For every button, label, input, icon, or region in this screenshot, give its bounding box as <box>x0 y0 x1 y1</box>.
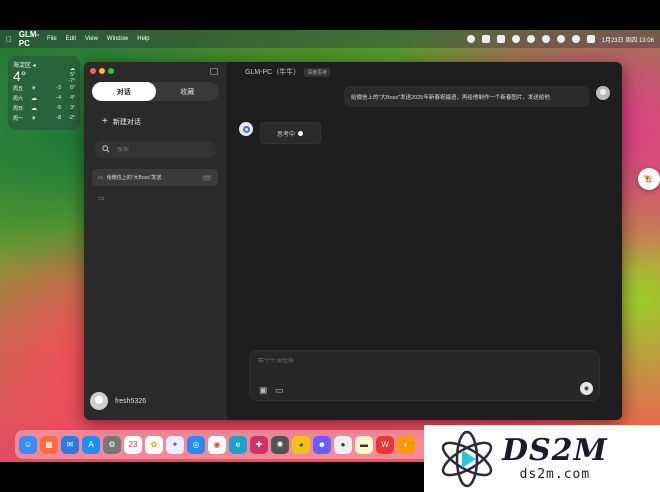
chat-header: GLM-PC（牛牛） 深度思考 <box>245 67 331 77</box>
safari-icon[interactable]: ◎ <box>187 435 205 454</box>
forecast-row: 周日 ☁ -5 3° <box>13 105 75 112</box>
globe-icon[interactable] <box>511 35 520 43</box>
chat-bubble-icon: ▭ <box>98 174 103 181</box>
task-input[interactable] <box>258 358 558 364</box>
edge-icon[interactable]: e <box>229 435 247 454</box>
tab-chats[interactable]: 对话 <box>92 82 156 101</box>
mode-badge[interactable]: 深度思考 <box>304 67 331 77</box>
menu-bar:  GLM-PC File Edit View Window Help 1月23… <box>0 30 660 48</box>
forecast-row: 周五 ☀ -3 6° <box>13 85 75 92</box>
calendar-icon[interactable]: 23 <box>124 435 142 454</box>
chatgpt-icon[interactable]: ✺ <box>271 435 289 454</box>
thinking-label: 思考中 <box>277 131 296 138</box>
control-center-icon[interactable] <box>586 35 595 43</box>
search-input[interactable] <box>117 146 197 153</box>
weather-high-low: ☁ 5° -7° <box>68 66 75 84</box>
sun-icon: ☀ <box>31 85 37 92</box>
mail-icon[interactable]: ✉ <box>61 435 79 454</box>
notes-icon[interactable]: ▬ <box>355 435 373 454</box>
chrome-icon[interactable]: ◉ <box>208 435 226 454</box>
tab-favorites[interactable]: 收藏 <box>156 82 220 101</box>
apple-icon[interactable]:  <box>6 35 12 44</box>
user-profile[interactable]: fresh5326 <box>90 392 146 410</box>
composer: ▣ ▭ ◉ <box>249 350 600 401</box>
dock: ☺ ▦ ✉ A ⚙ 23 ✿ ✦ ◎ ◉ e ✚ ✺ ◕ ☻ ● ▬ W ◐ <box>15 430 435 459</box>
battery-icon[interactable] <box>541 35 550 43</box>
chat-area: GLM-PC（牛牛） 深度思考 给微信上的"大Boss"发送2025年新春祝福语… <box>227 62 622 420</box>
sun-icon: ☀ <box>31 115 37 122</box>
cloud-icon: ☁ <box>31 95 37 102</box>
send-button[interactable]: ◉ <box>580 382 593 395</box>
assistant-logo-icon <box>242 125 250 133</box>
conversation-title: 给微信上的"大Boss"发送 <box>106 175 162 181</box>
conversation-item[interactable]: ▭ 给微信上的"大Boss"发送 ··· <box>92 169 218 186</box>
avatar <box>90 392 108 410</box>
forecast-row: 周六 ☁ -4 4° <box>13 95 75 102</box>
photos-icon[interactable]: ✿ <box>145 435 163 454</box>
app-icon[interactable]: ◕ <box>292 435 310 454</box>
forecast-row: 周一 ☀ -8 -2° <box>13 115 75 122</box>
watermark-url: ds2m.com <box>519 467 591 482</box>
menu-help[interactable]: Help <box>137 36 149 42</box>
app-icon[interactable]: ✦ <box>166 435 184 454</box>
zoom-button[interactable] <box>108 68 114 74</box>
app-window: 对话 收藏 + 新建对话 ▭ 给微信上的"大Boss"发送 ··· ▭ <box>84 62 622 420</box>
minimize-button[interactable] <box>99 68 105 74</box>
desktop:  GLM-PC File Edit View Window Help 1月23… <box>0 0 660 492</box>
cloud-icon: ☁ <box>31 105 37 112</box>
weather-widget[interactable]: 海淀区 ◂ 4° ☁ 5° -7° 周五 ☀ -3 6° 周六 ☁ -4 4° … <box>8 56 80 130</box>
thinking-indicator: 思考中 <box>260 122 321 144</box>
plus-icon: + <box>102 116 108 127</box>
new-chat-button[interactable]: + 新建对话 <box>102 116 141 127</box>
watermark-title: DS2M <box>502 433 608 468</box>
folder-icon[interactable]: ▭ <box>275 385 284 396</box>
sidebar: 对话 收藏 + 新建对话 ▭ 给微信上的"大Boss"发送 ··· ▭ <box>84 62 227 420</box>
assistant-avatar <box>239 122 253 136</box>
app-icon[interactable]: ◐ <box>397 435 415 454</box>
status-icon[interactable] <box>526 35 535 43</box>
menu-file[interactable]: File <box>47 36 57 42</box>
app-icon[interactable]: ☻ <box>313 435 331 454</box>
search-icon[interactable] <box>571 35 580 43</box>
menu-view[interactable]: View <box>85 36 98 42</box>
app-icon[interactable]: ✚ <box>250 435 268 454</box>
atom-logo-icon <box>441 430 493 487</box>
menu-app-name[interactable]: GLM-PC <box>19 30 39 48</box>
floating-assistant-icon[interactable]: 🐮 <box>638 168 660 190</box>
wifi-icon[interactable] <box>556 35 565 43</box>
app-icon[interactable]: ● <box>334 435 352 454</box>
tab-switcher: 对话 收藏 <box>92 82 219 101</box>
status-tray: 1月23日 周四 13:06 <box>466 35 654 44</box>
weather-temp: 4° <box>13 68 27 84</box>
user-avatar <box>596 86 610 100</box>
search-icon <box>102 144 110 155</box>
clock[interactable]: 1月23日 周四 13:06 <box>602 35 654 44</box>
user-message: 给微信上的"大Boss"发送2025年新春祝福语，再给他制作一个新春图片，发送给… <box>344 86 589 107</box>
user-name: fresh5326 <box>115 397 147 405</box>
loading-dot-icon <box>298 130 304 136</box>
status-icon[interactable] <box>466 35 475 43</box>
sidebar-toggle-icon[interactable] <box>210 68 218 75</box>
watermark: DS2M ds2m.com <box>424 425 660 492</box>
launchpad-icon[interactable]: ▦ <box>40 435 58 454</box>
letterbox-top <box>0 0 660 30</box>
app-icon[interactable] <box>496 35 505 43</box>
chat-title: GLM-PC（牛牛） <box>245 69 301 76</box>
menu-window[interactable]: Window <box>107 36 128 42</box>
wechat-icon[interactable] <box>481 35 490 43</box>
menu-edit[interactable]: Edit <box>66 36 76 42</box>
close-button[interactable] <box>90 68 96 74</box>
settings-icon[interactable]: ⚙ <box>103 435 121 454</box>
chat-bubble-icon[interactable]: ▭ <box>98 194 105 202</box>
new-chat-label: 新建对话 <box>112 118 141 126</box>
wps-icon[interactable]: W <box>376 435 394 454</box>
more-icon[interactable]: ··· <box>202 174 212 181</box>
image-icon[interactable]: ▣ <box>259 385 268 396</box>
app-store-icon[interactable]: A <box>82 435 100 454</box>
search-box[interactable] <box>94 141 216 158</box>
finder-icon[interactable]: ☺ <box>19 435 37 454</box>
